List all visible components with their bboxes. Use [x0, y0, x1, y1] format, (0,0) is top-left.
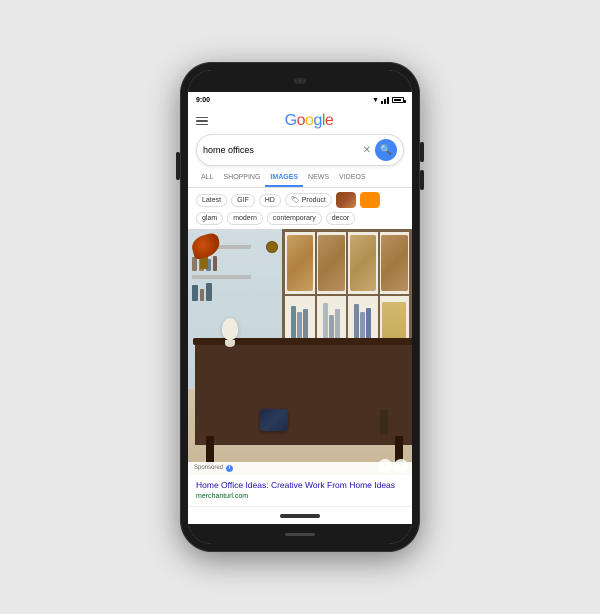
phone-top-bezel — [188, 70, 412, 92]
volume-up-button[interactable] — [420, 142, 424, 162]
filter-color-brown[interactable] — [336, 192, 356, 208]
book-6 — [200, 289, 204, 301]
status-time: 9:00 — [196, 97, 210, 104]
result-info: Home Office Ideas: Creative Work From Ho… — [188, 475, 412, 506]
signal-bar-2 — [384, 99, 386, 104]
google-header: Google — [188, 108, 412, 134]
status-icons: ▼ — [372, 97, 404, 104]
tab-videos[interactable]: VIDEOS — [334, 170, 370, 187]
hamburger-line-3 — [196, 124, 208, 126]
search-icon: 🔍 — [380, 145, 392, 156]
book-5 — [192, 285, 198, 301]
filter-decor[interactable]: decor — [326, 212, 356, 225]
shelf-cell-3 — [348, 232, 377, 294]
result-url: merchanturl.com — [196, 493, 404, 500]
bottom-indicator — [285, 533, 315, 536]
decorative-pillow — [260, 409, 288, 431]
phone-device: 9:00 ▼ — [180, 62, 420, 552]
tab-news[interactable]: NEWS — [303, 170, 334, 187]
wifi-icon: ▼ — [372, 97, 379, 104]
search-bar[interactable]: home offices ✕ 🔍 — [196, 134, 404, 166]
lamp-base — [225, 340, 235, 347]
google-logo-text: Google — [285, 112, 334, 130]
filter-gif[interactable]: GIF — [231, 194, 255, 207]
phone-navigation-bar — [188, 506, 412, 524]
filter-glam[interactable]: glam — [196, 212, 223, 225]
plant-leaves — [190, 232, 223, 260]
signal-bar-3 — [387, 97, 389, 104]
speaker — [294, 79, 296, 83]
home-indicator[interactable] — [280, 514, 320, 518]
desk-lamp — [222, 318, 238, 347]
tab-all[interactable]: ALL — [196, 170, 218, 187]
sponsored-bar: Sponsored i — [188, 462, 412, 475]
result-title[interactable]: Home Office Ideas: Creative Work From Ho… — [196, 480, 404, 491]
shelf-plank-2 — [192, 275, 251, 279]
sensor — [304, 79, 306, 83]
filter-color-orange[interactable] — [360, 192, 380, 208]
shelf-cell-2 — [317, 232, 346, 294]
hamburger-line-2 — [196, 120, 208, 122]
search-query-text: home offices — [203, 145, 359, 155]
filter-contemporary[interactable]: contemporary — [267, 212, 322, 225]
phone-bottom-bezel — [188, 524, 412, 544]
wall-clock — [266, 241, 278, 253]
filter-product[interactable]: 🏷 Product — [285, 193, 332, 207]
filter-modern[interactable]: modern — [227, 212, 263, 225]
basket-4 — [381, 235, 408, 291]
decor-item — [380, 410, 388, 435]
filter-hd[interactable]: HD — [259, 194, 281, 207]
sponsored-label: Sponsored — [194, 465, 223, 471]
shelf-cell-4 — [380, 232, 409, 294]
shelf-cell-1 — [285, 232, 314, 294]
basket-3 — [350, 235, 377, 291]
search-clear-button[interactable]: ✕ — [359, 145, 375, 156]
shelf-books-2 — [192, 283, 251, 301]
camera-lens — [299, 79, 301, 83]
google-logo: Google — [214, 112, 404, 130]
filter-latest[interactable]: Latest — [196, 194, 227, 207]
status-bar: 9:00 ▼ — [188, 92, 412, 108]
tab-shopping[interactable]: SHOPPING — [218, 170, 265, 187]
logo-letter-g: G — [285, 112, 297, 129]
battery-icon — [392, 97, 404, 103]
image-result-area[interactable]: ‹ › Sponsored i — [188, 229, 412, 475]
front-camera — [294, 78, 306, 84]
screen-content: 9:00 ▼ — [188, 92, 412, 524]
hamburger-menu-button[interactable] — [196, 117, 208, 126]
basket-1 — [287, 235, 314, 291]
logo-letter-o1: o — [297, 112, 305, 129]
battery-fill — [394, 99, 401, 101]
power-button[interactable] — [176, 152, 180, 180]
book-7 — [206, 283, 212, 301]
filter-row-1: Latest GIF HD 🏷 Product — [188, 188, 412, 212]
basket-2 — [318, 235, 345, 291]
logo-letter-g2: g — [313, 112, 321, 129]
tab-images[interactable]: IMAGES — [265, 170, 303, 187]
sponsored-info-icon[interactable]: i — [226, 465, 233, 472]
hamburger-line-1 — [196, 117, 208, 119]
plant-decoration — [192, 234, 220, 269]
signal-icon — [381, 97, 389, 104]
lamp-shade — [222, 318, 238, 340]
filter-row-2: glam modern contemporary decor — [188, 212, 412, 229]
search-submit-button[interactable]: 🔍 — [375, 139, 397, 161]
logo-letter-e: e — [325, 112, 333, 129]
desk-decor — [374, 410, 394, 438]
search-tabs: ALL SHOPPING IMAGES NEWS VIDEOS — [188, 170, 412, 188]
phone-screen: 9:00 ▼ — [188, 70, 412, 544]
volume-down-button[interactable] — [420, 170, 424, 190]
signal-bar-1 — [381, 101, 383, 104]
desk-leg-left — [206, 436, 214, 466]
